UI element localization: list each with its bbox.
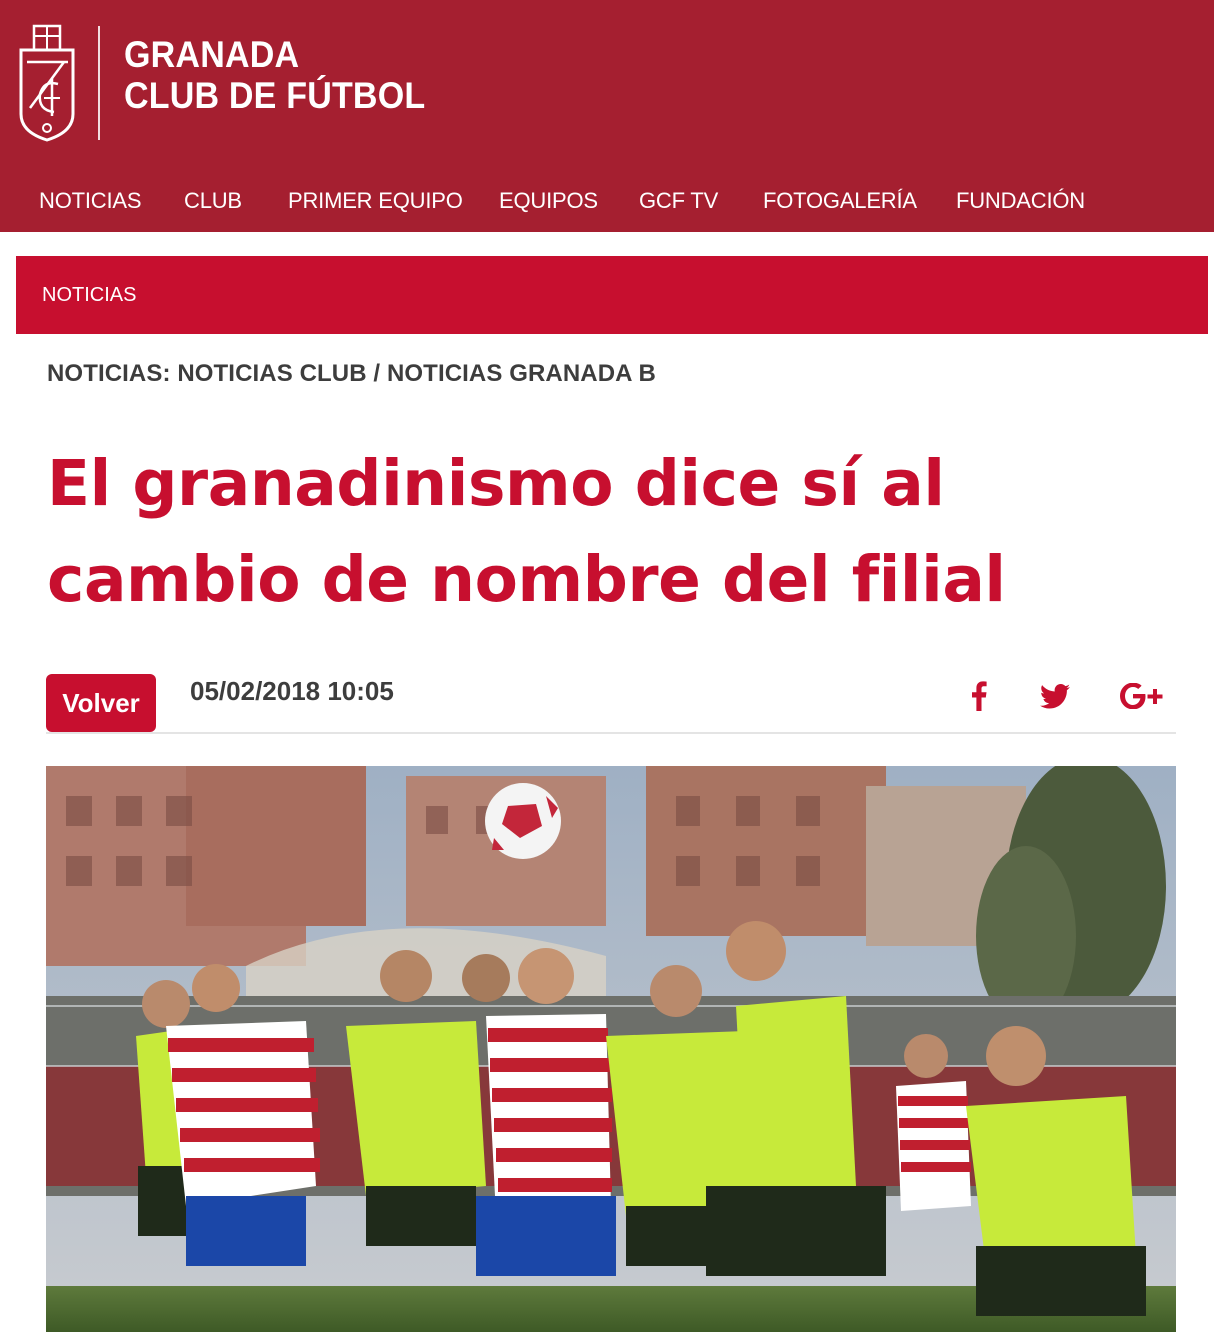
article-title: El granadinismo dice sí al cambio de nom… xyxy=(47,447,1006,616)
nav-item-noticias[interactable]: NOTICIAS xyxy=(39,176,142,226)
breadcrumb-separator: / xyxy=(373,360,381,387)
brand-line-1: GRANADA xyxy=(124,34,300,75)
breadcrumb-noticias-club[interactable]: NOTICIAS CLUB xyxy=(177,360,366,387)
breadcrumb: NOTICIAS: NOTICIAS CLUB / NOTICIAS GRANA… xyxy=(47,360,656,388)
nav-item-gcf-tv[interactable]: GCF TV xyxy=(639,176,718,226)
breadcrumb-noticias-granada-b[interactable]: NOTICIAS GRANADA B xyxy=(387,360,656,387)
facebook-icon[interactable] xyxy=(964,678,994,714)
nav-item-fundacion[interactable]: FUNDACIÓN xyxy=(956,176,1085,226)
club-crest-logo[interactable] xyxy=(18,22,76,142)
meta-divider xyxy=(46,732,1176,734)
club-wordmark[interactable]: GRANADA CLUB DE FÚTBOL xyxy=(124,34,425,116)
brand-line-2: CLUB DE FÚTBOL xyxy=(124,75,426,116)
main-navigation: NOTICIAS CLUB PRIMER EQUIPO EQUIPOS GCF … xyxy=(0,176,1214,226)
site-header: GRANADA CLUB DE FÚTBOL NOTICIAS CLUB PRI… xyxy=(0,0,1214,232)
section-title: NOTICIAS xyxy=(42,284,137,306)
logo-divider xyxy=(98,26,100,140)
nav-item-primer-equipo[interactable]: PRIMER EQUIPO xyxy=(288,176,463,226)
back-button[interactable]: Volver xyxy=(46,674,156,732)
nav-item-club[interactable]: CLUB xyxy=(184,176,242,226)
twitter-icon[interactable] xyxy=(1038,678,1072,714)
article-date: 05/02/2018 10:05 xyxy=(190,676,394,706)
nav-item-equipos[interactable]: EQUIPOS xyxy=(499,176,598,226)
section-title-bar: NOTICIAS xyxy=(16,256,1208,334)
article-main-photo xyxy=(46,766,1176,1332)
nav-item-fotogaleria[interactable]: FOTOGALERÍA xyxy=(763,176,917,226)
breadcrumb-prefix: NOTICIAS: xyxy=(47,360,171,387)
google-plus-icon[interactable] xyxy=(1118,678,1166,714)
